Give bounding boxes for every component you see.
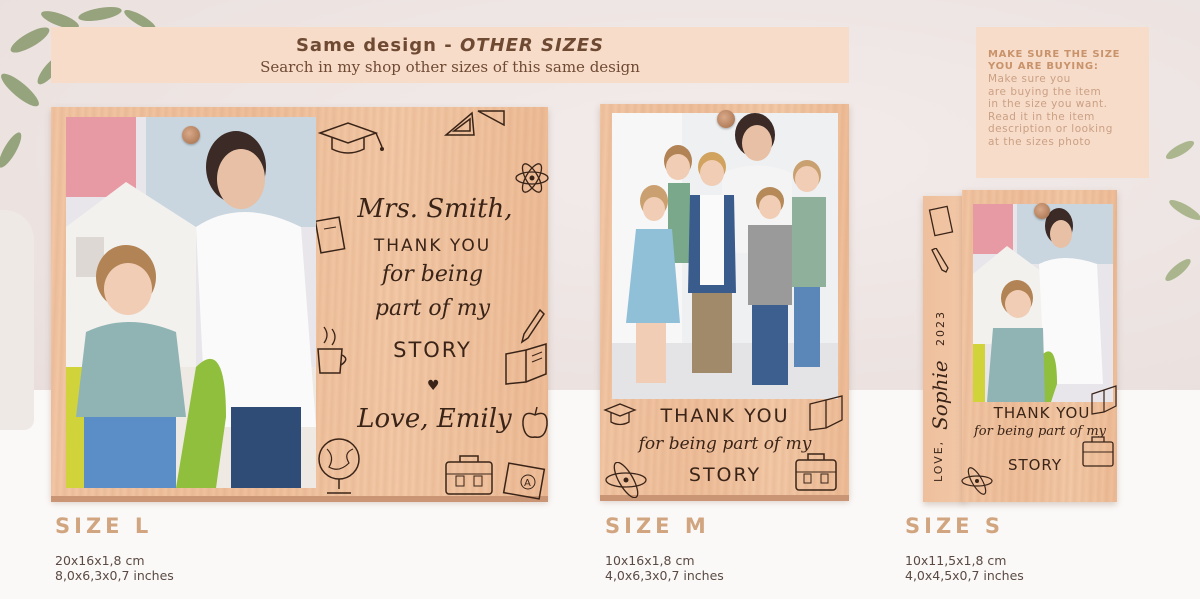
frame-small-photo — [973, 204, 1113, 402]
frame-small-side-love: LOVE, — [932, 439, 945, 482]
photo-teacher-and-girl — [66, 117, 316, 488]
plant-decoration-right — [1165, 140, 1200, 281]
frame-large-recipient: Mrs. Smith, — [357, 194, 513, 224]
banner-title-emphasis: OTHER SIZES — [459, 35, 605, 56]
globe-icon — [318, 438, 360, 494]
note-line: are buying the item — [988, 85, 1102, 98]
size-l-inches: 8,0x6,3x0,7 inches — [55, 568, 174, 583]
pencil-icon — [931, 248, 949, 273]
satchel-icon — [1082, 436, 1114, 467]
satchel-icon — [445, 455, 493, 495]
notebook-icon — [316, 216, 346, 254]
size-s-title: SIZE S — [905, 514, 1004, 538]
note-line: in the size you want. — [988, 98, 1108, 111]
grade-paper-icon: A — [502, 462, 546, 500]
frame-large-for-being: for being — [381, 262, 484, 287]
frame-large-part-of-my: part of my — [374, 296, 491, 321]
svg-text:A: A — [524, 478, 531, 489]
size-m-cm: 10x16x1,8 cm — [605, 553, 695, 568]
open-book-icon — [1091, 385, 1117, 415]
other-sizes-banner: Same design - OTHER SIZES Search in my s… — [51, 27, 849, 83]
size-l-cm: 20x16x1,8 cm — [55, 553, 145, 568]
frame-large-story: STORY — [393, 338, 472, 362]
note-line: at the sizes photo — [988, 135, 1091, 148]
note-line: Read it in the item — [988, 110, 1095, 123]
apple-icon — [522, 406, 548, 438]
pencil-icon — [520, 308, 545, 344]
atom-icon — [515, 163, 549, 193]
size-warning-note: MAKE SURE THE SIZE YOU ARE BUYING: Make … — [976, 27, 1149, 178]
banner-title-prefix: Same design - — [295, 35, 460, 56]
frame-medium-pin — [717, 110, 735, 128]
open-book-icon — [809, 395, 843, 431]
size-l-title: SIZE L — [55, 514, 153, 538]
photo-teacher-and-girl-small — [973, 204, 1113, 402]
satchel-icon — [795, 453, 837, 491]
size-m-title: SIZE M — [605, 514, 710, 538]
frame-small-side-year: 2023 — [934, 310, 947, 346]
frame-small-pin — [1034, 203, 1050, 219]
frame-large-thank-you: THANK YOU — [373, 236, 492, 256]
note-line: description or looking — [988, 123, 1113, 136]
note-heading-1: MAKE SURE THE SIZE — [988, 49, 1121, 60]
frame-small-thank-you: THANK YOU — [993, 404, 1091, 422]
atom-icon — [605, 462, 647, 498]
set-square-icon — [443, 110, 505, 136]
frame-medium-photo — [612, 113, 838, 399]
vase-decoration — [0, 210, 34, 430]
size-m-inches: 4,0x6,3x0,7 inches — [605, 568, 724, 583]
notebook-icon — [928, 205, 954, 237]
banner-subtitle: Search in my shop other sizes of this sa… — [260, 58, 640, 76]
frame-large-photo — [66, 117, 316, 488]
note-heading-2: YOU ARE BUYING: — [988, 61, 1099, 72]
atom-icon — [961, 467, 993, 495]
note-body: Make sure you are buying the item in the… — [988, 73, 1138, 149]
size-s-inches: 4,0x4,5x0,7 inches — [905, 568, 1024, 583]
heart-icon: ♥ — [427, 378, 440, 394]
note-line: Make sure you — [988, 73, 1071, 85]
frame-large-signoff: Love, Emily — [357, 404, 512, 434]
graduation-cap-icon — [318, 122, 384, 154]
photo-teacher-and-children — [612, 113, 838, 399]
frame-medium-thank-you: THANK YOU — [660, 405, 790, 427]
frame-small-story: STORY — [1007, 456, 1063, 474]
coffee-cup-icon — [317, 326, 347, 374]
graduation-cap-icon — [603, 403, 637, 426]
frame-medium-story: STORY — [688, 464, 762, 486]
open-book-icon — [505, 342, 547, 385]
frame-small-side-name: Sophie — [928, 360, 952, 430]
frame-large-pin — [182, 126, 200, 144]
banner-title: Same design - OTHER SIZES — [51, 35, 849, 56]
size-s-cm: 10x11,5x1,8 cm — [905, 553, 1007, 568]
